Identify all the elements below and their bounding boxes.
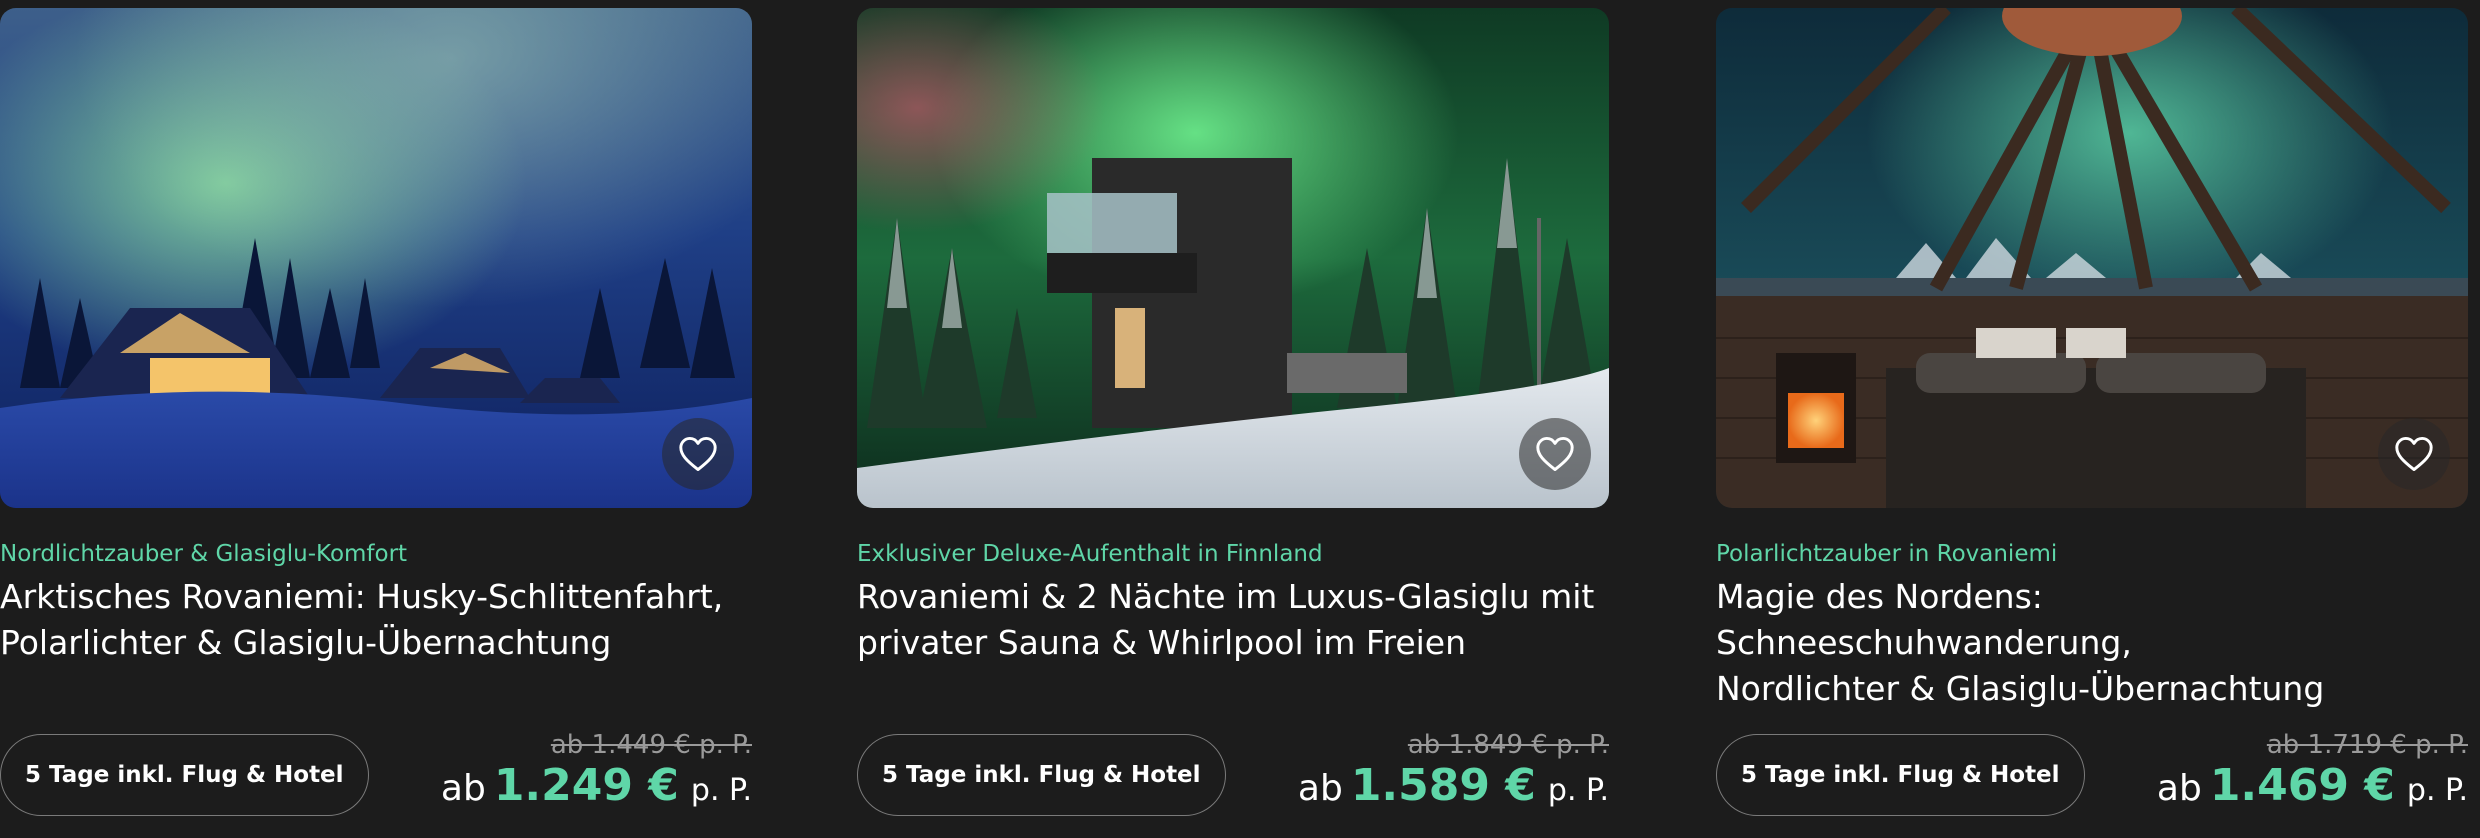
heart-icon (1536, 436, 1574, 472)
price-suffix: p. P. (2406, 773, 2468, 808)
offer-subtitle: Exklusiver Deluxe-Aufenthalt in Finnland (857, 541, 1323, 567)
old-price: ab 1.449 € p. P. (550, 730, 752, 760)
offer-title-line: Polarlichter & Glasiglu-Übernachtung (0, 623, 612, 662)
price-suffix: p. P. (1547, 773, 1609, 808)
offer-image[interactable] (1716, 8, 2468, 508)
offer-image[interactable] (0, 8, 752, 508)
igloo-interior-photo (1716, 8, 2468, 508)
favorite-button[interactable] (2378, 418, 2450, 490)
old-price: ab 1.849 € p. P. (1407, 730, 1609, 760)
current-price: ab 1.249 € p. P. (441, 760, 752, 811)
duration-badge[interactable]: 5 Tage inkl. Flug & Hotel (0, 734, 369, 816)
price-suffix: p. P. (690, 773, 752, 808)
price-prefix: ab (1297, 768, 1343, 809)
price-prefix: ab (2156, 768, 2202, 809)
offer-title[interactable]: Magie des Nordens: Schneeschuhwanderung,… (1716, 574, 2468, 712)
heart-icon (2395, 436, 2433, 472)
offer-subtitle: Nordlichtzauber & Glasiglu-Komfort (0, 541, 408, 567)
offer-title-line: Rovaniemi & 2 Nächte im Luxus-Glasiglu m… (857, 577, 1595, 616)
aurora-igloo-photo (0, 8, 752, 508)
offer-title-line: privater Sauna & Whirlpool im Freien (857, 623, 1467, 662)
heart-icon (679, 436, 717, 472)
offer-title[interactable]: Rovaniemi & 2 Nächte im Luxus-Glasiglu m… (857, 574, 1609, 666)
favorite-button[interactable] (1519, 418, 1591, 490)
price-amount: 1.469 € (2209, 760, 2395, 811)
current-price: ab 1.469 € p. P. (2157, 760, 2468, 811)
price-prefix: ab (440, 768, 486, 809)
luxury-glass-igloo-photo (857, 8, 1609, 508)
duration-badge[interactable]: 5 Tage inkl. Flug & Hotel (857, 734, 1226, 816)
offer-card[interactable]: Exklusiver Deluxe-Aufenthalt in Finnland… (857, 8, 1609, 838)
offer-title-line: Magie des Nordens: Schneeschuhwanderung, (1716, 577, 2132, 662)
duration-badge[interactable]: 5 Tage inkl. Flug & Hotel (1716, 734, 2085, 816)
offer-title-line: Arktisches Rovaniemi: Husky-Schlittenfah… (0, 577, 724, 616)
current-price: ab 1.589 € p. P. (1298, 760, 1609, 811)
offer-image[interactable] (857, 8, 1609, 508)
price-amount: 1.589 € (1350, 760, 1536, 811)
price-amount: 1.249 € (493, 760, 679, 811)
offer-subtitle: Polarlichtzauber in Rovaniemi (1716, 541, 2058, 567)
favorite-button[interactable] (662, 418, 734, 490)
offer-title-line: Nordlichter & Glasiglu-Übernachtung (1716, 669, 2325, 708)
offer-card[interactable]: Nordlichtzauber & Glasiglu-Komfort Arkti… (0, 8, 752, 838)
offer-card[interactable]: Polarlichtzauber in Rovaniemi Magie des … (1716, 8, 2468, 838)
offer-title[interactable]: Arktisches Rovaniemi: Husky-Schlittenfah… (0, 574, 752, 666)
old-price: ab 1.719 € p. P. (2266, 730, 2468, 760)
